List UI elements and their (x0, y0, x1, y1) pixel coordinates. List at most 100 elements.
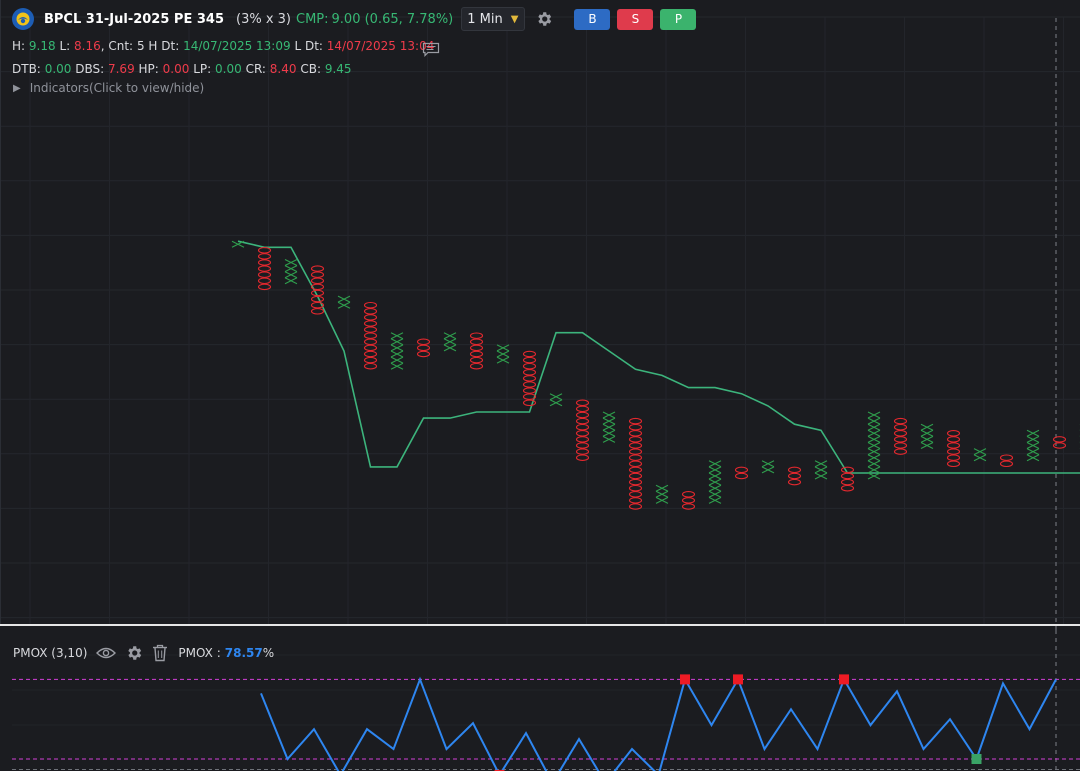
x-mark (867, 442, 881, 449)
pnf-column-o (628, 417, 643, 510)
pmox-value-label: PMOX : (178, 646, 221, 660)
o-mark (628, 436, 643, 443)
pnf-column-o (946, 430, 961, 468)
o-mark (363, 344, 378, 352)
buy-button[interactable]: B (574, 8, 611, 30)
pmox-buy-signal (971, 754, 982, 764)
o-mark (946, 436, 961, 443)
o-mark (310, 265, 325, 272)
pnf-column-x (443, 332, 457, 352)
triangle-right-icon: ▶ (13, 82, 21, 94)
x-mark (708, 466, 722, 474)
lp-label: LP: (193, 62, 212, 76)
o-mark (522, 356, 537, 364)
o-mark (522, 375, 537, 382)
x-mark (867, 417, 881, 425)
l-value: 8.16 (74, 39, 101, 53)
comment-icon[interactable] (422, 42, 440, 61)
gear-icon[interactable] (125, 644, 143, 662)
trash-icon[interactable] (152, 644, 168, 662)
pnf-column-o (999, 454, 1014, 468)
x-mark (390, 338, 404, 346)
x-mark (708, 472, 722, 480)
pmox-sell-signal (839, 674, 849, 685)
pmox-title: PMOX (3,10) (13, 646, 88, 660)
cnt-label: , Cnt: (100, 39, 134, 53)
o-mark (628, 466, 643, 474)
pnf-column-x (549, 393, 563, 407)
x-mark (390, 332, 404, 340)
eye-icon[interactable] (96, 646, 117, 660)
o-mark (628, 478, 643, 486)
x-mark (920, 429, 934, 437)
o-mark (522, 393, 537, 400)
x-mark (390, 350, 404, 358)
x-mark (549, 399, 563, 407)
o-mark (310, 308, 325, 315)
x-mark (390, 362, 404, 370)
x-mark (284, 265, 298, 273)
x-mark (708, 478, 722, 486)
o-mark (469, 362, 484, 370)
o-mark (946, 442, 961, 449)
o-mark (628, 423, 643, 431)
x-mark (1026, 435, 1040, 443)
sell-button[interactable]: S (617, 8, 654, 30)
x-mark (708, 484, 722, 492)
symbol-title: BPCL 31-Jul-2025 PE 345 (44, 11, 224, 27)
x-mark (867, 472, 881, 480)
settings-button[interactable] (534, 9, 554, 29)
o-mark (363, 314, 378, 321)
x-mark (1026, 442, 1040, 449)
pnf-column-o (363, 301, 378, 370)
pnf-column-x (1026, 429, 1040, 462)
stats-row-1: H: 9.18 L: 8.16, Cnt: 5 H Dt: 14/07/2025… (12, 39, 434, 53)
pnf-column-x (920, 423, 934, 449)
x-mark (867, 435, 881, 443)
trend-line (237, 240, 1080, 474)
x-mark (867, 429, 881, 437)
o-mark (840, 478, 855, 486)
pmox-sell-signal (733, 674, 743, 685)
x-mark (284, 271, 298, 279)
pnf-column-x (602, 411, 616, 443)
o-mark (681, 497, 696, 504)
o-mark (522, 369, 537, 376)
pnf-column-x (284, 259, 298, 285)
o-mark (522, 350, 537, 358)
o-mark (946, 430, 961, 437)
x-mark (284, 259, 298, 266)
x-mark (1026, 454, 1040, 462)
h-value: 9.18 (28, 39, 56, 53)
pmox-unit: % (262, 646, 275, 660)
x-mark (867, 466, 881, 474)
pnf-column-o (787, 466, 802, 486)
gear-icon (538, 12, 552, 26)
o-mark (469, 338, 484, 346)
o-mark (363, 308, 378, 315)
pnf-column-o (840, 466, 855, 492)
x-mark (1026, 429, 1040, 437)
logo-icon (12, 8, 34, 30)
pnf-column-x (231, 240, 245, 248)
o-mark (310, 277, 325, 285)
x-mark (920, 442, 934, 449)
dbs-label: DBS: (75, 62, 105, 76)
hdt-label: H Dt: (148, 39, 180, 53)
dtb-label: DTB: (12, 62, 41, 76)
timeframe-select[interactable]: 1 Min ▼ (461, 7, 526, 31)
o-mark (787, 472, 802, 480)
x-mark (602, 435, 616, 443)
stats-row-2: DTB: 0.00 DBS: 7.69 HP: 0.00 LP: 0.00 CR… (12, 62, 352, 76)
cb-label: CB: (300, 62, 321, 76)
cr-label: CR: (245, 62, 266, 76)
indicators-toggle[interactable]: ▶ Indicators(Click to view/hide) (13, 81, 204, 95)
o-mark (840, 484, 855, 492)
o-mark (628, 417, 643, 425)
x-mark (708, 490, 722, 498)
pnf-column-x (708, 460, 722, 504)
o-mark (363, 350, 378, 358)
p-button[interactable]: P (660, 8, 697, 30)
hp-value: 0.00 (162, 62, 190, 76)
o-mark (469, 332, 484, 339)
